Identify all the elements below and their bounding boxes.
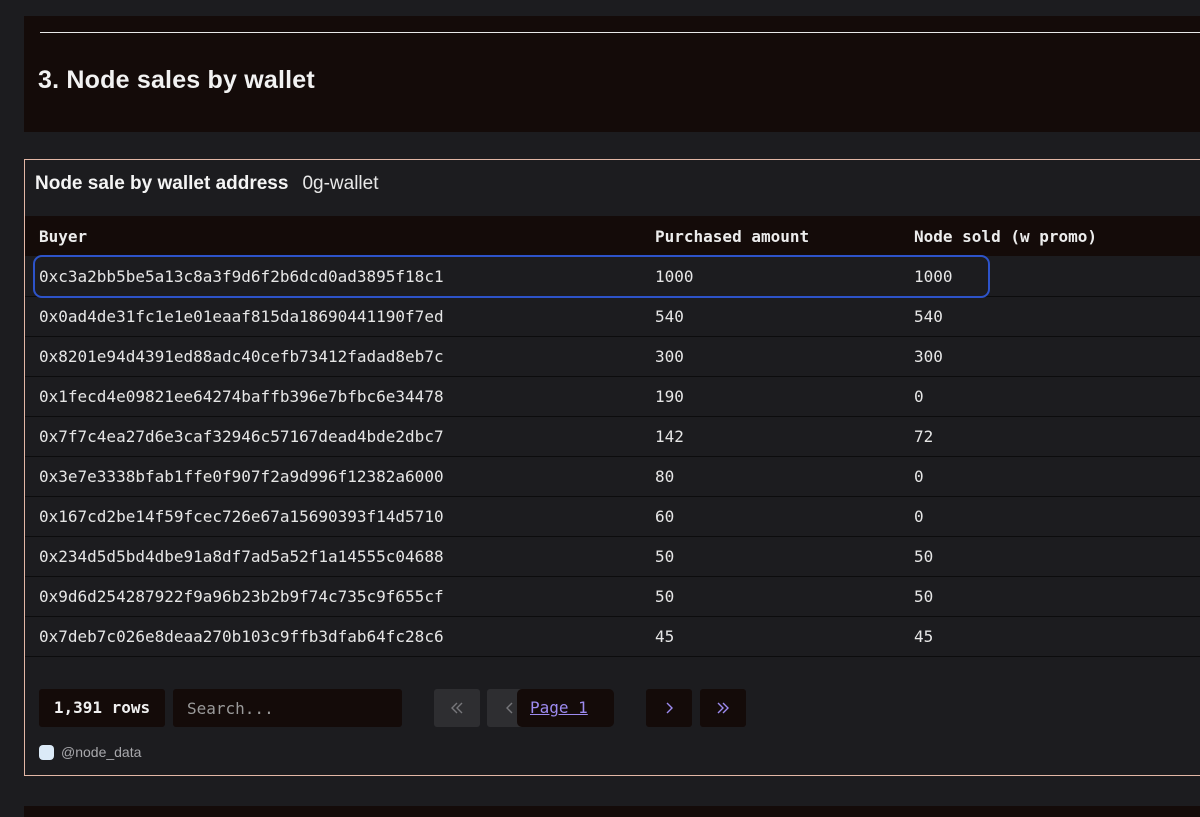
column-header-buyer[interactable]: Buyer [39,227,87,246]
buyer-address-cell: 0x1fecd4e09821ee64274baffb396e7bfbc6e344… [39,387,444,406]
section-divider [40,32,1200,33]
table-row[interactable]: 0x7f7c4ea27d6e3caf32946c57167dead4bde2db… [25,417,1200,457]
buyer-address-cell: 0x0ad4de31fc1e1e01eaaf815da18690441190f7… [39,307,444,326]
chevron-left-icon [502,700,518,716]
table-row[interactable]: 0x0ad4de31fc1e1e01eaaf815da18690441190f7… [25,297,1200,337]
purchased-amount-cell: 1000 [655,267,694,286]
column-header-purchased-amount[interactable]: Purchased amount [655,227,809,246]
buyer-address-cell: 0x7deb7c026e8deaa270b103c9ffb3dfab64fc28… [39,627,444,646]
table-row[interactable]: 0x8201e94d4391ed88adc40cefb73412fadad8eb… [25,337,1200,377]
purchased-amount-cell: 300 [655,347,684,366]
table-row[interactable]: 0x7deb7c026e8deaa270b103c9ffb3dfab64fc28… [25,617,1200,657]
purchased-amount-cell: 60 [655,507,675,526]
section-header: 3. Node sales by wallet [24,16,1200,132]
section-title: 3. Node sales by wallet [38,66,315,94]
purchased-amount-cell: 190 [655,387,684,406]
table-panel: Node sale by wallet address 0g-wallet Bu… [24,159,1200,776]
row-count: 1,391 rows [39,689,165,727]
buyer-address-cell: 0x234d5d5bd4dbe91a8df7ad5a52f1a14555c046… [39,547,444,566]
creator-badge-icon [39,744,54,760]
node-sold-cell: 0 [914,467,924,486]
buyer-address-cell: 0x167cd2be14f59fcec726e67a15690393f14d57… [39,507,444,526]
chevron-right-icon [661,700,677,716]
buyer-address-cell: 0x8201e94d4391ed88adc40cefb73412fadad8eb… [39,347,444,366]
buyer-address-cell: 0xc3a2bb5be5a13c8a3f9d6f2b6dcd0ad3895f18… [39,267,444,286]
last-page-button[interactable] [700,689,746,727]
purchased-amount-cell: 50 [655,547,675,566]
table-row[interactable]: 0x167cd2be14f59fcec726e67a15690393f14d57… [25,497,1200,537]
panel-subtitle: 0g-wallet [302,173,379,194]
purchased-amount-cell: 50 [655,587,675,606]
table-row[interactable]: 0x234d5d5bd4dbe91a8df7ad5a52f1a14555c046… [25,537,1200,577]
table-row[interactable]: 0x9d6d254287922f9a96b23b2b9f74c735c9f655… [25,577,1200,617]
node-sold-cell: 0 [914,387,924,406]
node-sold-cell: 1000 [914,267,953,286]
buyer-address-cell: 0x7f7c4ea27d6e3caf32946c57167dead4bde2db… [39,427,444,446]
creator-handle: @node_data [61,744,142,760]
purchased-amount-cell: 540 [655,307,684,326]
purchased-amount-cell: 80 [655,467,675,486]
node-sold-cell: 50 [914,587,934,606]
creator-credit[interactable]: @node_data [39,744,141,760]
table-row[interactable]: 0x1fecd4e09821ee64274baffb396e7bfbc6e344… [25,377,1200,417]
next-section-header [24,806,1200,817]
purchased-amount-cell: 45 [655,627,675,646]
node-sold-cell: 72 [914,427,934,446]
double-chevron-right-icon [715,700,731,716]
first-page-button[interactable] [434,689,480,727]
purchased-amount-cell: 142 [655,427,684,446]
table-row[interactable]: 0x3e7e3338bfab1ffe0f907f2a9d996f12382a60… [25,457,1200,497]
buyer-address-cell: 0x3e7e3338bfab1ffe0f907f2a9d996f12382a60… [39,467,444,486]
page-indicator[interactable]: Page 1 [517,689,614,727]
node-sold-cell: 50 [914,547,934,566]
next-page-button[interactable] [646,689,692,727]
dashboard-page: 3. Node sales by wallet Node sale by wal… [0,0,1200,817]
node-sold-cell: 300 [914,347,943,366]
table-body: 0xc3a2bb5be5a13c8a3f9d6f2b6dcd0ad3895f18… [25,257,1200,657]
column-header-node-sold[interactable]: Node sold (w promo) [914,227,1097,246]
double-chevron-left-icon [449,700,465,716]
node-sold-cell: 0 [914,507,924,526]
panel-header: Node sale by wallet address 0g-wallet [35,173,379,199]
panel-title: Node sale by wallet address [35,173,289,194]
node-sold-cell: 45 [914,627,934,646]
table-header-row: Buyer Purchased amount Node sold (w prom… [25,216,1200,256]
search-input[interactable] [173,689,402,727]
node-sold-cell: 540 [914,307,943,326]
buyer-address-cell: 0x9d6d254287922f9a96b23b2b9f74c735c9f655… [39,587,444,606]
table-row[interactable]: 0xc3a2bb5be5a13c8a3f9d6f2b6dcd0ad3895f18… [25,257,1200,297]
